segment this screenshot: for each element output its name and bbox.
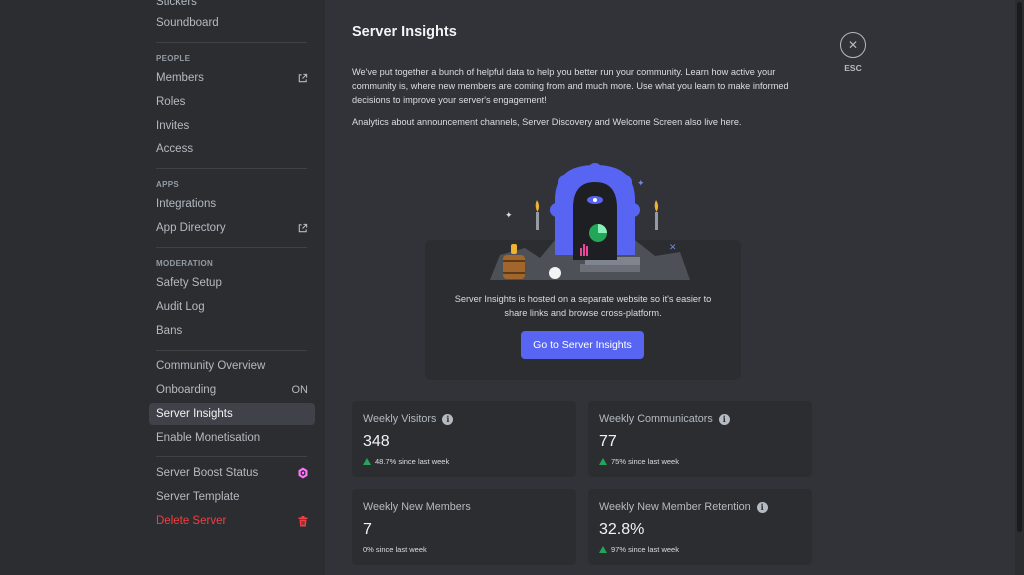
sidebar-item-invites[interactable]: Invites	[149, 115, 315, 137]
stat-delta: 75% since last week	[611, 457, 679, 466]
info-icon[interactable]: i	[718, 413, 730, 425]
svg-text:✕: ✕	[669, 243, 677, 253]
stat-card-weekly-new-members: Weekly New Members 7 0% since last week	[352, 489, 576, 565]
settings-sidebar: Stickers Soundboard PEOPLE Members Roles…	[0, 0, 325, 575]
info-icon[interactable]: i	[756, 501, 768, 513]
sidebar-item-app-directory[interactable]: App Directory	[149, 217, 315, 239]
stat-card-weekly-visitors: Weekly Visitors i 348 48.7% since last we…	[352, 401, 576, 477]
sidebar-item-server-boost-status[interactable]: Server Boost Status	[149, 462, 315, 484]
close-icon[interactable]: ✕	[840, 32, 866, 58]
svg-text:✦: ✦	[637, 179, 645, 189]
sidebar-item-server-insights[interactable]: Server Insights	[149, 403, 315, 425]
external-link-icon	[297, 223, 308, 234]
go-to-server-insights-button[interactable]: Go to Server Insights	[521, 331, 644, 359]
sidebar-item-delete-server[interactable]: Delete Server	[149, 510, 315, 532]
trash-icon	[298, 515, 308, 527]
divider	[156, 456, 307, 457]
boost-gem-icon	[298, 467, 308, 479]
info-icon[interactable]: i	[442, 413, 454, 425]
stat-value: 7	[363, 521, 372, 538]
analytics-note: Analytics about announcement channels, S…	[352, 117, 742, 127]
divider	[156, 168, 307, 169]
divider	[156, 42, 307, 43]
sidebar-item-audit-log[interactable]: Audit Log	[149, 296, 315, 318]
page-title: Server Insights	[352, 24, 457, 40]
external-link-icon	[297, 73, 308, 84]
content-pane: Server Insights We've put together a bun…	[325, 0, 1015, 575]
section-heading-people: PEOPLE	[156, 54, 191, 63]
sidebar-item-roles[interactable]: Roles	[149, 91, 315, 113]
trend-up-icon	[363, 458, 371, 465]
sidebar-item-safety-setup[interactable]: Safety Setup	[149, 272, 315, 294]
close-settings-button[interactable]: ✕ ESC	[840, 32, 866, 73]
sidebar-item-soundboard[interactable]: Soundboard	[149, 12, 315, 34]
sidebar-item-enable-monetisation[interactable]: Enable Monetisation	[149, 427, 315, 449]
trend-up-icon	[599, 546, 607, 553]
trend-up-icon	[599, 458, 607, 465]
stat-card-new-member-retention: Weekly New Member Retention i 32.8% 97% s…	[588, 489, 812, 565]
sidebar-item-bans[interactable]: Bans	[149, 320, 315, 342]
section-heading-apps: APPS	[156, 180, 179, 189]
esc-label: ESC	[844, 63, 862, 73]
sidebar-item-server-template[interactable]: Server Template	[149, 486, 315, 508]
stat-delta: 0% since last week	[363, 545, 427, 554]
scrollbar-thumb[interactable]	[1017, 2, 1022, 532]
stat-value: 348	[363, 433, 390, 450]
stat-delta: 97% since last week	[611, 545, 679, 554]
stat-delta: 48.7% since last week	[375, 457, 450, 466]
sidebar-item-community-overview[interactable]: Community Overview	[149, 355, 315, 377]
divider	[156, 247, 307, 248]
onboarding-status: ON	[291, 384, 309, 396]
sidebar-item-access[interactable]: Access	[149, 138, 315, 160]
sidebar-item-members[interactable]: Members	[149, 67, 315, 89]
stat-value: 77	[599, 433, 617, 450]
svg-text:✦: ✦	[505, 211, 513, 221]
divider	[156, 350, 307, 351]
sidebar-item-onboarding[interactable]: Onboarding ON	[149, 379, 315, 401]
stat-value: 32.8%	[599, 521, 645, 538]
sidebar-item-integrations[interactable]: Integrations	[149, 193, 315, 215]
promo-description: Server Insights is hosted on a separate …	[454, 294, 712, 318]
intro-paragraph: We've put together a bunch of helpful da…	[352, 67, 789, 105]
scrollbar[interactable]	[1015, 0, 1024, 575]
section-heading-moderation: MODERATION	[156, 259, 214, 268]
server-insights-illustration-icon: ✦ ✦ ✕	[490, 163, 690, 280]
stat-card-weekly-communicators: Weekly Communicators i 77 75% since last …	[588, 401, 812, 477]
